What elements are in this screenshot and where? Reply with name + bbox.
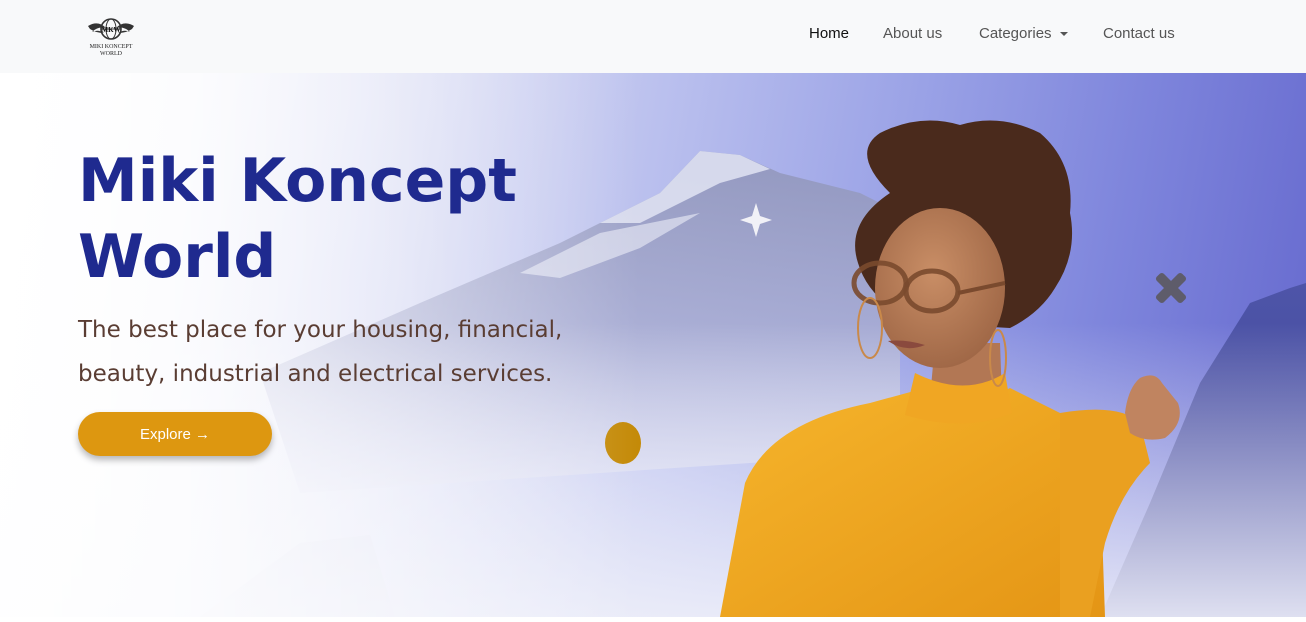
nav-home-label: Home (809, 24, 850, 42)
hero-title-line1: Miki Koncept (78, 146, 517, 216)
logo-text-line1: MIKI KONCEPT (89, 44, 133, 50)
navbar: MKW MIKI KONCEPT WORLD Home About us Cat… (0, 0, 1306, 73)
nav-categories-label: Categories (979, 24, 1052, 42)
nav-contact-label: Contact us (1103, 24, 1175, 42)
hero-title: Miki Koncept World (78, 143, 598, 295)
brand-logo[interactable]: MKW MIKI KONCEPT WORLD (84, 14, 138, 60)
nav-home[interactable]: Home (809, 22, 849, 44)
nav-about-us[interactable]: About us (883, 22, 942, 44)
logo-text-line2: WORLD (100, 51, 122, 57)
caret-down-icon (1059, 32, 1068, 36)
hero-subtitle: The best place for your housing, financi… (78, 317, 563, 387)
nav-about-label: About us (883, 24, 943, 42)
cross-icon (1155, 272, 1187, 304)
hero-section: Miki Koncept World The best place for yo… (0, 73, 1306, 617)
nav-contact-us[interactable]: Contact us (1103, 22, 1175, 44)
explore-button-label: Explore → (139, 425, 211, 443)
page-bottom-edge (0, 617, 1306, 622)
nav-categories-dropdown[interactable]: Categories (979, 22, 1068, 44)
explore-button[interactable]: Explore → (78, 412, 272, 456)
svg-text:MKW: MKW (101, 26, 120, 34)
hero-title-line2: World (78, 222, 277, 292)
